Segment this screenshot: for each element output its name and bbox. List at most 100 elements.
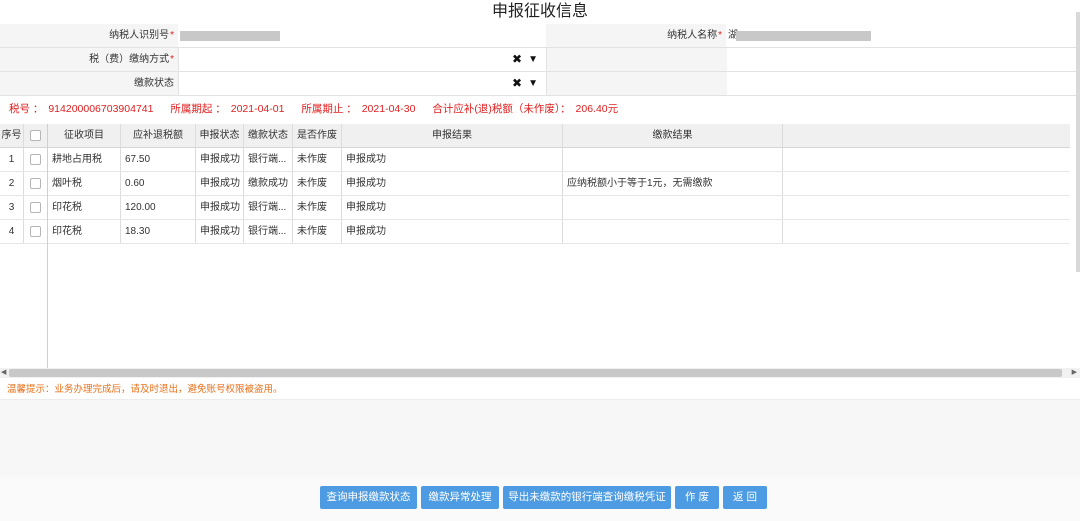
header-select-all <box>24 124 48 147</box>
payment-exception-button[interactable]: 缴款异常处理 <box>421 486 499 509</box>
payment-status-select[interactable]: ✖ ▼ <box>178 72 546 95</box>
cell-payment-result <box>563 148 783 171</box>
header-payment-status[interactable]: 缴款状态 <box>244 124 293 147</box>
period-end-label: 所属期止 ： <box>301 103 357 115</box>
cell-item: 耕地占用税 <box>48 148 121 171</box>
period-end-value: 2021-04-30 <box>361 103 416 115</box>
cell-voided: 未作废 <box>293 220 342 243</box>
cell-payment-status: 银行端... <box>244 196 293 219</box>
cell-payment-status: 缴款成功 <box>244 172 293 195</box>
scroll-right-icon[interactable]: ▶ <box>1072 368 1077 378</box>
cell-declare-status: 申报成功 <box>196 148 244 171</box>
declaration-table: 序号 征收项目 应补退税额 申报状态 缴款状态 是否作废 申报结果 缴款结果 1… <box>0 124 1080 369</box>
void-button[interactable]: 作 废 <box>675 486 719 509</box>
message-area <box>0 399 1080 478</box>
cell-select <box>24 172 48 195</box>
total-label: 合计应补(退)税额（未作废）： <box>432 103 571 115</box>
row-checkbox[interactable] <box>30 178 41 189</box>
cell-declare-status: 申报成功 <box>196 196 244 219</box>
chevron-down-icon[interactable]: ▼ <box>528 72 538 95</box>
cell-amount: 67.50 <box>121 148 196 171</box>
cell-amount: 0.60 <box>121 172 196 195</box>
cell-declare-result: 申报成功 <box>342 220 563 243</box>
scroll-left-icon[interactable]: ◀ <box>1 368 6 378</box>
cell-payment-result <box>563 196 783 219</box>
cell-seq: 2 <box>0 172 24 195</box>
taxpayer-id-label-text: 纳税人识别号 <box>109 30 170 41</box>
chevron-down-icon[interactable]: ▼ <box>528 48 538 71</box>
cell-seq: 4 <box>0 220 24 243</box>
cell-payment-result: 应纳税额小于等于1元，无需缴款 <box>563 172 783 195</box>
taxpayer-name-masked-value <box>736 31 871 41</box>
required-mark: * <box>170 30 174 41</box>
query-status-button[interactable]: 查询申报缴款状态 <box>320 486 417 509</box>
row-checkbox[interactable] <box>30 154 41 165</box>
total-value: 206.40元 <box>575 103 619 115</box>
cell-payment-status: 银行端... <box>244 148 293 171</box>
form-row-taxpayer: 纳税人识别号* 纳税人名称* 湖 <box>0 24 1080 48</box>
row-checkbox[interactable] <box>30 202 41 213</box>
cell-seq: 3 <box>0 196 24 219</box>
tax-no-label: 税号 ： <box>9 103 44 115</box>
grid-divider <box>47 124 48 369</box>
back-button[interactable]: 返 回 <box>723 486 767 509</box>
cell-select <box>24 196 48 219</box>
cell-amount: 120.00 <box>121 196 196 219</box>
header-amount[interactable]: 应补退税额 <box>121 124 196 147</box>
scrollbar-thumb[interactable] <box>9 369 1062 377</box>
tax-summary: 税号 ： 914200006703904741 所属期起 ： 2021-04-0… <box>9 100 620 118</box>
header-payment-result[interactable]: 缴款结果 <box>563 124 783 147</box>
horizontal-scrollbar[interactable]: ◀ ▶ <box>0 368 1080 378</box>
cell-amount: 18.30 <box>121 220 196 243</box>
period-start-value: 2021-04-01 <box>230 103 285 115</box>
form-filler <box>546 72 727 95</box>
cell-declare-status: 申报成功 <box>196 172 244 195</box>
table-row[interactable]: 4 印花税 18.30 申报成功 银行端... 未作废 申报成功 <box>0 220 1070 244</box>
taxpayer-name-label-text: 纳税人名称 <box>667 30 718 41</box>
payment-status-label-text: 缴款状态 <box>134 78 174 89</box>
form-row-payment-status: 缴款状态 ✖ ▼ <box>0 72 1080 96</box>
table-row[interactable]: 2 烟叶税 0.60 申报成功 缴款成功 未作废 申报成功 应纳税额小于等于1元… <box>0 172 1070 196</box>
cell-item: 印花税 <box>48 220 121 243</box>
cell-select <box>24 148 48 171</box>
payment-method-label-text: 税（费）缴纳方式 <box>89 54 170 65</box>
table-header: 序号 征收项目 应补退税额 申报状态 缴款状态 是否作废 申报结果 缴款结果 <box>0 124 1070 148</box>
required-mark: * <box>170 54 174 65</box>
header-declare-status[interactable]: 申报状态 <box>196 124 244 147</box>
payment-method-select[interactable]: ✖ ▼ <box>178 48 546 71</box>
cell-item: 烟叶税 <box>48 172 121 195</box>
clear-icon[interactable]: ✖ <box>512 72 522 95</box>
taxpayer-name-label: 纳税人名称* <box>546 24 726 47</box>
cell-payment-result <box>563 220 783 243</box>
taxpayer-id-masked-value <box>180 31 280 41</box>
clear-icon[interactable]: ✖ <box>512 48 522 71</box>
cell-voided: 未作废 <box>293 148 342 171</box>
vertical-scrollbar[interactable] <box>1076 12 1080 272</box>
cell-voided: 未作废 <box>293 196 342 219</box>
tax-no-value: 914200006703904741 <box>48 103 154 115</box>
table-row[interactable]: 1 耕地占用税 67.50 申报成功 银行端... 未作废 申报成功 <box>0 148 1070 172</box>
warm-tip: 温馨提示：业务办理完成后，请及时退出，避免账号权限被盗用。 <box>7 384 283 395</box>
header-voided[interactable]: 是否作废 <box>293 124 342 147</box>
header-item[interactable]: 征收项目 <box>48 124 121 147</box>
form-row-payment-method: 税（费）缴纳方式* ✖ ▼ <box>0 48 1080 72</box>
row-checkbox[interactable] <box>30 226 41 237</box>
table-row[interactable]: 3 印花税 120.00 申报成功 银行端... 未作废 申报成功 <box>0 196 1070 220</box>
cell-declare-result: 申报成功 <box>342 196 563 219</box>
cell-declare-result: 申报成功 <box>342 148 563 171</box>
cell-voided: 未作废 <box>293 172 342 195</box>
cell-select <box>24 220 48 243</box>
cell-payment-status: 银行端... <box>244 220 293 243</box>
select-all-checkbox[interactable] <box>30 130 41 141</box>
header-declare-result[interactable]: 申报结果 <box>342 124 563 147</box>
cell-declare-result: 申报成功 <box>342 172 563 195</box>
cell-item: 印花税 <box>48 196 121 219</box>
payment-status-label: 缴款状态 <box>0 72 178 95</box>
export-voucher-button[interactable]: 导出未缴款的银行端查询缴税凭证 <box>503 486 671 509</box>
required-mark: * <box>718 30 722 41</box>
page-title: 申报征收信息 <box>491 3 588 20</box>
taxpayer-id-label: 纳税人识别号* <box>0 24 178 47</box>
payment-method-label: 税（费）缴纳方式* <box>0 48 178 71</box>
form-filler <box>546 48 727 71</box>
period-start-label: 所属期起 ： <box>170 103 226 115</box>
